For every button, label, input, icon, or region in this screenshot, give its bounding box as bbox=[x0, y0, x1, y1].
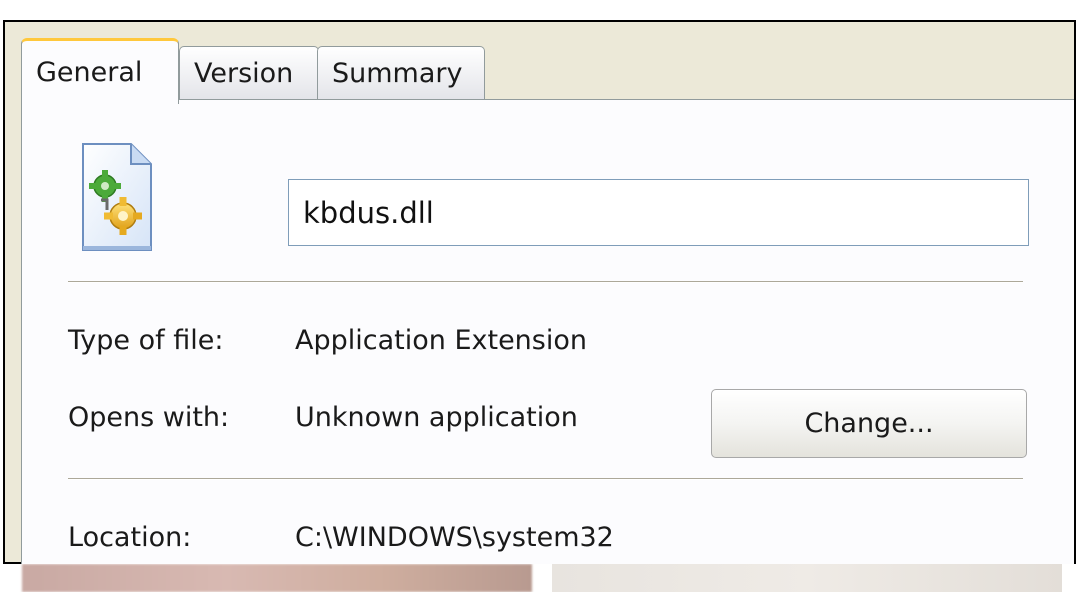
dll-file-icon bbox=[82, 143, 152, 251]
tab-general-label: General bbox=[36, 57, 143, 88]
background-strip bbox=[0, 564, 1080, 592]
tab-summary-label: Summary bbox=[332, 58, 463, 89]
properties-dialog: General Version Summary kbdus.dll Type o… bbox=[3, 20, 1076, 564]
tab-general[interactable]: General bbox=[21, 38, 179, 104]
separator bbox=[68, 478, 1023, 480]
separator bbox=[68, 281, 1023, 283]
location-label: Location: bbox=[68, 522, 192, 553]
file-name-input[interactable] bbox=[288, 179, 1029, 246]
type-of-file-value: Application Extension bbox=[295, 325, 587, 356]
tab-version-label: Version bbox=[194, 58, 294, 89]
opens-with-value: Unknown application bbox=[295, 402, 578, 433]
tab-version[interactable]: Version bbox=[179, 46, 319, 100]
change-button[interactable]: Change... bbox=[711, 389, 1027, 458]
background-left-blur bbox=[22, 564, 532, 592]
tab-summary[interactable]: Summary bbox=[317, 46, 485, 100]
location-value: C:\WINDOWS\system32 bbox=[295, 522, 614, 553]
opens-with-label: Opens with: bbox=[68, 402, 230, 433]
type-of-file-label: Type of file: bbox=[68, 325, 224, 356]
background-right-blur bbox=[552, 564, 1062, 592]
